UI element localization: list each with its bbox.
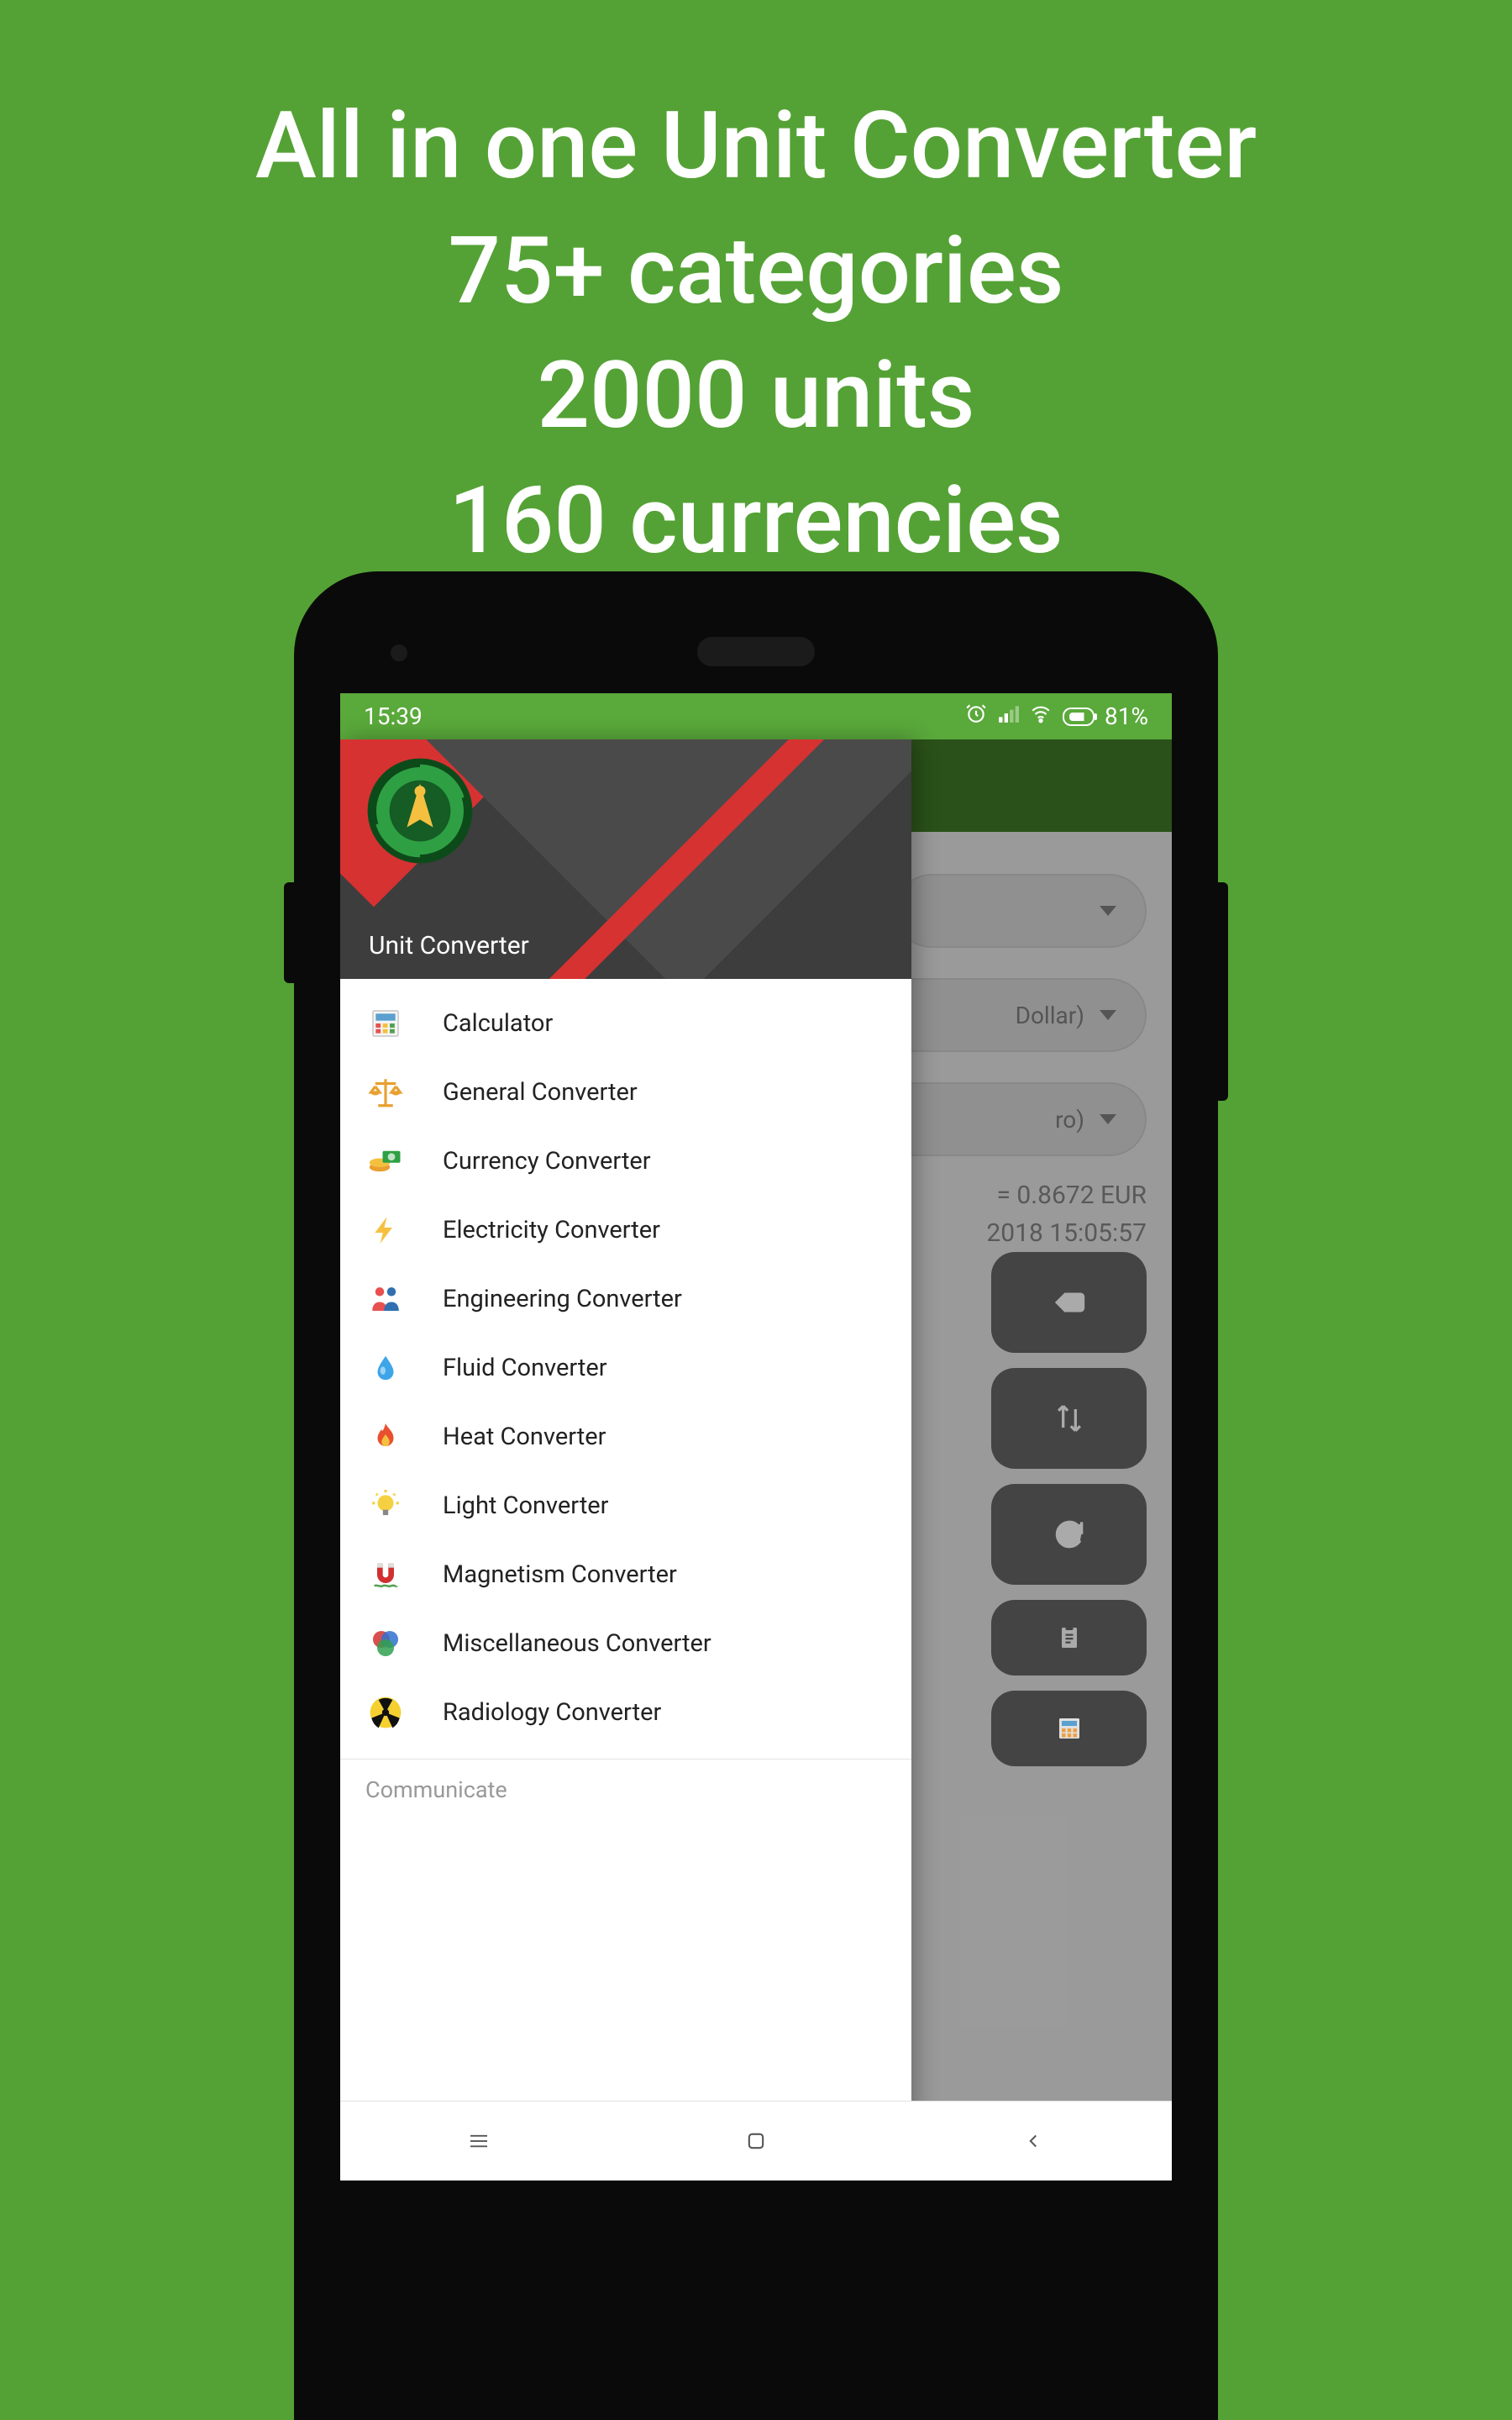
- drawer-section-label: Communicate: [340, 1759, 911, 1820]
- phone-mockup: 15:39 81% Dollar): [294, 571, 1218, 2420]
- drawer-item-label: Currency Converter: [443, 1147, 651, 1176]
- navigation-drawer: Unit Converter Calculator General Conver…: [340, 739, 911, 2181]
- drawer-item-label: Engineering Converter: [443, 1285, 682, 1313]
- status-right: 81%: [965, 702, 1148, 730]
- chevron-down-icon: [1100, 906, 1116, 916]
- home-button[interactable]: [735, 2120, 777, 2162]
- fire-icon: [365, 1417, 406, 1457]
- phone-speaker: [697, 637, 815, 666]
- back-button[interactable]: [1012, 2120, 1054, 2162]
- rate-timestamp: 2018 15:05:57: [986, 1214, 1147, 1252]
- engineers-icon: [365, 1279, 406, 1319]
- drawer-item-electricity[interactable]: Electricity Converter: [340, 1196, 911, 1265]
- signal-icon: [997, 702, 1019, 730]
- wifi-icon: [1029, 702, 1053, 730]
- drawer-list[interactable]: Calculator General Converter Currency Co…: [340, 979, 911, 2181]
- calculator-button[interactable]: [991, 1691, 1147, 1766]
- recent-apps-button[interactable]: [458, 2120, 500, 2162]
- refresh-button[interactable]: [991, 1484, 1147, 1585]
- drawer-item-magnetism[interactable]: Magnetism Converter: [340, 1540, 911, 1609]
- promo-line: 75+ categories: [0, 209, 1512, 334]
- drawer-item-label: Miscellaneous Converter: [443, 1629, 711, 1658]
- drawer-item-label: Light Converter: [443, 1491, 609, 1520]
- phone-button: [284, 882, 294, 983]
- drawer-item-label: Radiology Converter: [443, 1698, 661, 1727]
- phone-button: [1218, 882, 1228, 1101]
- promo-line: All in one Unit Converter: [0, 84, 1512, 209]
- status-time: 15:39: [364, 702, 423, 730]
- drawer-item-label: Heat Converter: [443, 1423, 606, 1451]
- radiation-icon: [365, 1692, 406, 1733]
- keypad-column: [991, 1252, 1147, 1766]
- drawer-item-radiology[interactable]: Radiology Converter: [340, 1678, 911, 1747]
- phone-screen: 15:39 81% Dollar): [340, 693, 1172, 2181]
- promo-line: 160 currencies: [0, 459, 1512, 584]
- drawer-item-general[interactable]: General Converter: [340, 1058, 911, 1127]
- value-dropdown[interactable]: [895, 874, 1147, 948]
- money-icon: [365, 1141, 406, 1181]
- phone-camera: [391, 644, 407, 661]
- swap-button[interactable]: [991, 1368, 1147, 1469]
- drawer-item-heat[interactable]: Heat Converter: [340, 1402, 911, 1471]
- promo-line: 2000 units: [0, 334, 1512, 459]
- battery-percent: 81%: [1105, 702, 1148, 730]
- status-bar: 15:39 81%: [340, 693, 1172, 739]
- chevron-down-icon: [1100, 1010, 1116, 1020]
- android-navbar: [340, 2101, 1172, 2181]
- promo-banner: All in one Unit Converter 75+ categories…: [0, 0, 1512, 583]
- droplet-icon: [365, 1348, 406, 1388]
- app-logo-icon: [365, 756, 475, 865]
- to-currency-label: ro): [1055, 1106, 1084, 1134]
- chevron-down-icon: [1100, 1114, 1116, 1124]
- drawer-item-currency[interactable]: Currency Converter: [340, 1127, 911, 1196]
- drawer-item-label: Electricity Converter: [443, 1216, 660, 1244]
- bulb-icon: [365, 1486, 406, 1526]
- clipboard-button[interactable]: [991, 1600, 1147, 1676]
- bolt-icon: [365, 1210, 406, 1250]
- drawer-item-label: General Converter: [443, 1078, 638, 1107]
- drawer-item-calculator[interactable]: Calculator: [340, 989, 911, 1058]
- drawer-item-label: Calculator: [443, 1009, 553, 1038]
- scale-icon: [365, 1072, 406, 1113]
- calculator-icon: [365, 1003, 406, 1044]
- drawer-item-label: Magnetism Converter: [443, 1560, 677, 1589]
- drawer-item-miscellaneous[interactable]: Miscellaneous Converter: [340, 1609, 911, 1678]
- magnet-icon: [365, 1555, 406, 1595]
- drawer-item-label: Fluid Converter: [443, 1354, 607, 1382]
- rate-value: = 0.8672 EUR: [986, 1176, 1147, 1214]
- drawer-item-light[interactable]: Light Converter: [340, 1471, 911, 1540]
- battery-icon: [1063, 708, 1095, 726]
- drawer-item-engineering[interactable]: Engineering Converter: [340, 1265, 911, 1334]
- drawer-header: Unit Converter: [340, 739, 911, 979]
- drawer-title: Unit Converter: [369, 931, 529, 960]
- drawer-item-fluid[interactable]: Fluid Converter: [340, 1334, 911, 1402]
- from-currency-label: Dollar): [1016, 1002, 1084, 1029]
- circles-icon: [365, 1623, 406, 1664]
- alarm-icon: [965, 702, 987, 730]
- backspace-button[interactable]: [991, 1252, 1147, 1353]
- rate-info: = 0.8672 EUR 2018 15:05:57: [986, 1176, 1147, 1252]
